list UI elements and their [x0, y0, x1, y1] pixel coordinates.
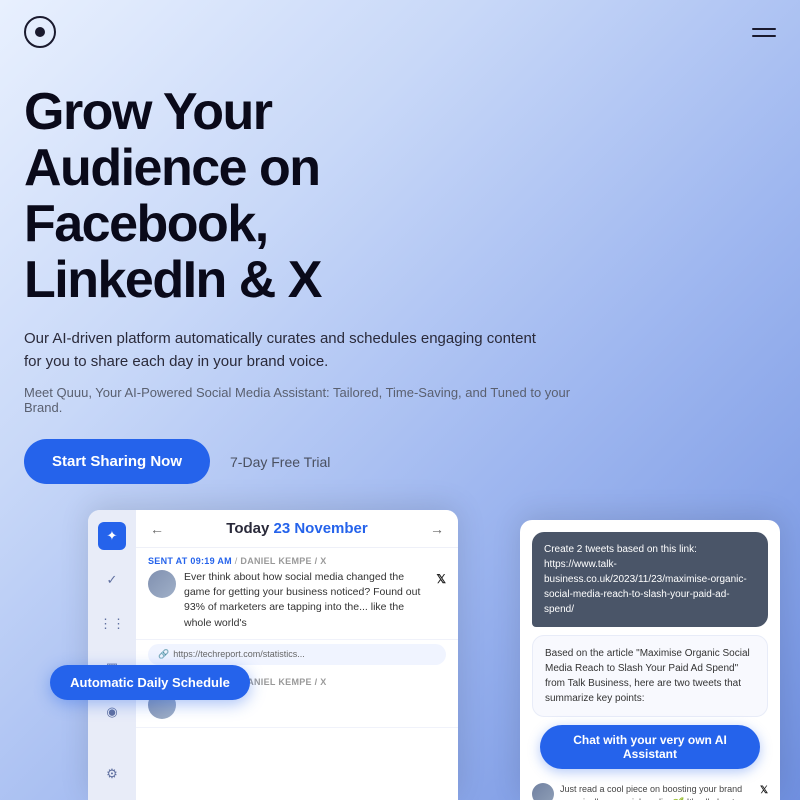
hero-description: Our AI-driven platform automatically cur… — [24, 327, 544, 374]
trial-label: 7-Day Free Trial — [230, 454, 330, 470]
sidebar-icon-user[interactable]: ◉ — [98, 698, 126, 726]
prev-arrow[interactable]: ← — [150, 521, 164, 537]
sidebar-icon-settings[interactable]: ⚙ — [98, 760, 126, 788]
app-sidebar: ✦ ✓ ⋮⋮ ▦ ◉ ⚙ — [88, 510, 136, 800]
date-label: Today 23 November — [226, 520, 367, 537]
hero-subtitle: Meet Quuu, Your AI-Powered Social Media … — [24, 385, 604, 415]
sidebar-icon-check[interactable]: ✓ — [98, 566, 126, 594]
x-platform-icon: 𝕏 — [436, 572, 446, 586]
chat-panel: Create 2 tweets based on this link: http… — [520, 520, 780, 800]
chat-avatar — [532, 783, 554, 800]
feed-meta-1: SENT AT 09:19 AM / DANIEL KEMPE / X — [148, 556, 446, 566]
chat-x-icon: 𝕏 — [760, 785, 768, 796]
app-window: ✦ ✓ ⋮⋮ ▦ ◉ ⚙ ← Today 23 November → — [88, 510, 458, 800]
feed-avatar-1 — [148, 570, 176, 598]
chat-ai-badge[interactable]: Chat with your very own AI Assistant — [540, 725, 760, 769]
feed-text-1: Ever think about how social media change… — [184, 570, 428, 631]
app-date-header: ← Today 23 November → — [136, 510, 458, 548]
chat-response-bubble: Based on the article "Maximise Organic S… — [532, 635, 768, 717]
preview-area: ✦ ✓ ⋮⋮ ▦ ◉ ⚙ ← Today 23 November → — [0, 510, 800, 800]
app-main-content: ← Today 23 November → SENT AT 09:19 AM /… — [136, 510, 458, 800]
hero-section: Grow Your Audience on Facebook, LinkedIn… — [0, 64, 800, 484]
hero-headline: Grow Your Audience on Facebook, LinkedIn… — [24, 84, 776, 309]
chat-feed-item: Just read a cool piece on boosting your … — [520, 777, 780, 800]
chat-prompt-bubble: Create 2 tweets based on this link: http… — [532, 532, 768, 627]
navbar — [0, 0, 800, 64]
sidebar-icon-grid[interactable]: ⋮⋮ — [98, 610, 126, 638]
feed-item-1: SENT AT 09:19 AM / DANIEL KEMPE / X Ever… — [136, 548, 458, 640]
cta-row: Start Sharing Now 7-Day Free Trial — [24, 439, 776, 484]
chat-feed-text: Just read a cool piece on boosting your … — [560, 783, 754, 800]
next-arrow[interactable]: → — [430, 521, 444, 537]
start-sharing-button[interactable]: Start Sharing Now — [24, 439, 210, 484]
menu-button[interactable] — [752, 28, 776, 37]
schedule-badge: Automatic Daily Schedule — [50, 665, 250, 700]
url-bar: 🔗 https://techreport.com/statistics... — [148, 644, 446, 665]
sidebar-icon-move[interactable]: ✦ — [98, 522, 126, 550]
logo[interactable] — [24, 16, 56, 48]
